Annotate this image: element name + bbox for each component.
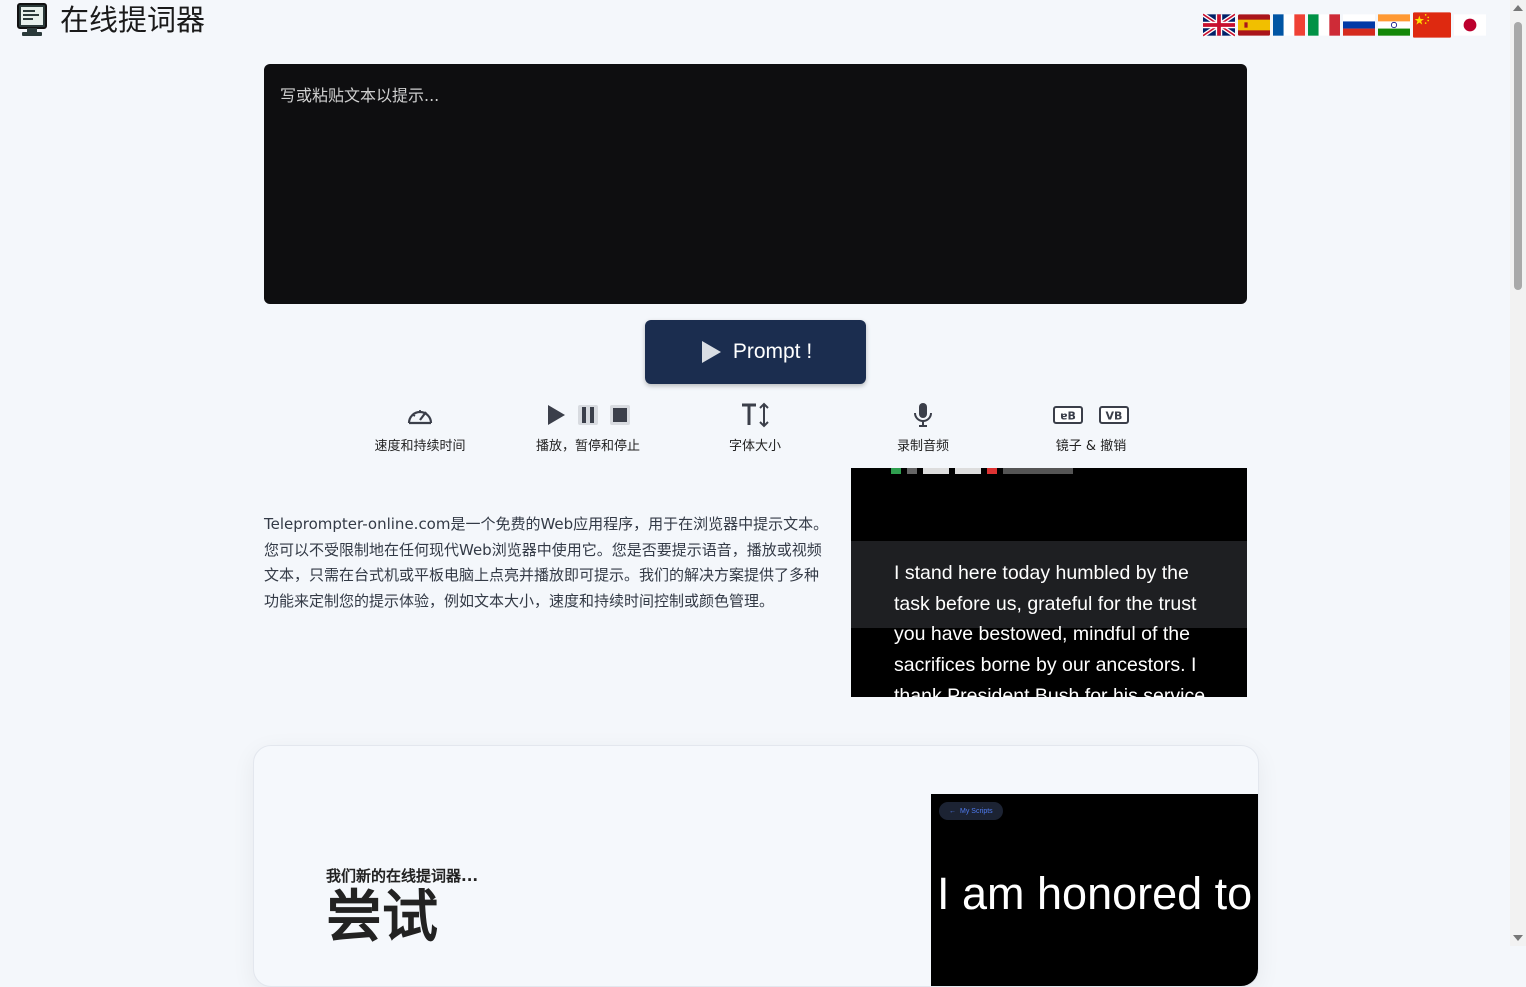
promo-title: 尝试 <box>326 885 438 950</box>
feature-mirror: ɐB VB 镜子 & 撤销 <box>1050 402 1132 454</box>
svg-text:VB: VB <box>1106 410 1123 423</box>
play-icon <box>548 405 565 425</box>
italy-flag-icon[interactable] <box>1308 13 1340 37</box>
spain-flag-icon[interactable] <box>1238 13 1270 37</box>
promo-subtitle: 我们新的在线提词器... <box>326 867 479 885</box>
scrollbar[interactable] <box>1510 0 1526 946</box>
scroll-down-arrow[interactable] <box>1513 935 1523 941</box>
scroll-up-arrow[interactable] <box>1513 5 1523 11</box>
language-selector <box>1203 10 1486 40</box>
scrollbar-thumb[interactable] <box>1514 22 1522 290</box>
prompt-button-label: Prompt ! <box>732 340 813 363</box>
arrow-left-icon: ← <box>949 807 956 815</box>
microphone-icon <box>914 403 932 427</box>
china-flag-icon[interactable] <box>1413 10 1451 40</box>
mirror-icon: ɐB <box>1053 406 1083 424</box>
font-size-icon <box>742 402 769 428</box>
flip-icon: VB <box>1099 406 1129 424</box>
intro-paragraph: Teleprompter-online.com是一个免费的Web应用程序，用于在… <box>264 515 829 610</box>
pause-icon <box>578 405 598 425</box>
feature-mirror-label: 镜子 & 撤销 <box>1055 439 1127 454</box>
feature-font-size: 字体大小 <box>720 402 790 454</box>
play-icon <box>701 341 721 363</box>
feature-record: 录制音频 <box>888 402 958 454</box>
feature-speed-label: 速度和持续时间 <box>374 439 466 454</box>
speedometer-icon <box>407 410 433 425</box>
france-flag-icon[interactable] <box>1273 13 1305 37</box>
new-prompter-preview: ← My Scripts I am honored to b <box>931 794 1258 986</box>
feature-font-size-label: 字体大小 <box>728 439 781 454</box>
promo-card: 我们新的在线提词器... 尝试 ← My Scripts I am honore… <box>253 745 1259 987</box>
svg-text:ɐB: ɐB <box>1060 410 1076 423</box>
new-preview-text: I am honored to b <box>937 868 1258 919</box>
feature-playback-label: 播放，暂停和停止 <box>535 439 640 454</box>
feature-speed: 速度和持续时间 <box>370 402 470 454</box>
my-scripts-button[interactable]: ← My Scripts <box>939 802 1003 820</box>
prompt-text-input[interactable] <box>264 64 1247 304</box>
stop-icon <box>610 405 630 425</box>
teleprompter-preview: I stand here today humbled by the task b… <box>851 468 1247 697</box>
feature-playback: 播放，暂停和停止 <box>530 402 646 454</box>
india-flag-icon[interactable] <box>1378 13 1410 37</box>
site-logo[interactable]: 在线提词器 <box>16 2 205 38</box>
feature-record-label: 录制音频 <box>896 439 949 454</box>
site-title: 在线提词器 <box>60 3 206 37</box>
uk-flag-icon[interactable] <box>1203 13 1235 37</box>
preview-text: I stand here today humbled by the task b… <box>894 562 1206 697</box>
my-scripts-label: My Scripts <box>960 807 993 815</box>
japan-flag-icon[interactable] <box>1454 13 1486 37</box>
russia-flag-icon[interactable] <box>1343 13 1375 37</box>
preview-toolbar <box>891 468 1073 474</box>
prompt-button[interactable]: Prompt ! <box>645 320 866 384</box>
monitor-icon <box>17 3 47 36</box>
